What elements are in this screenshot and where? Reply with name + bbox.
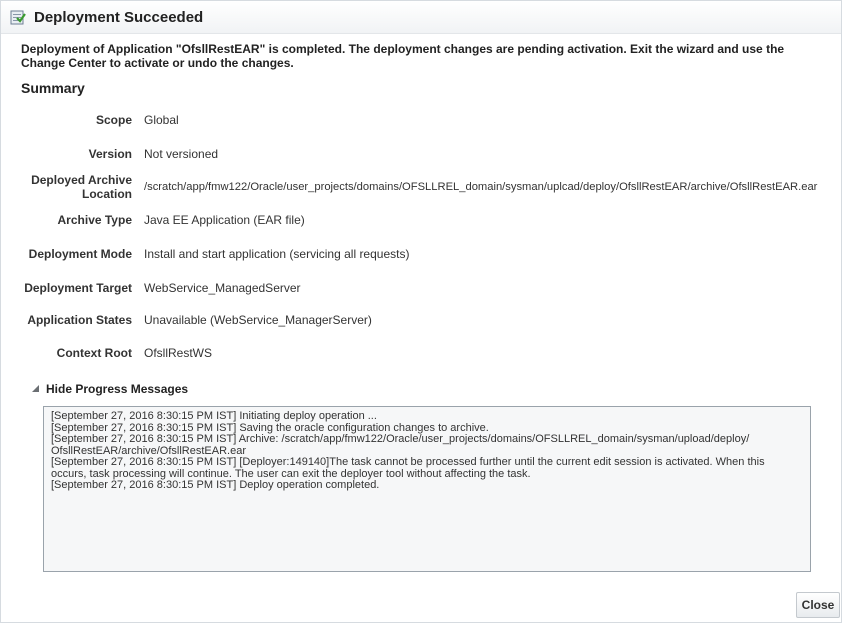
- deployment-mode-value: Install and start application (servicing…: [144, 247, 410, 261]
- progress-message: [September 27, 2016 8:30:15 PM IST] Init…: [51, 410, 377, 422]
- summary-row-context-root: Context Root OfsllRestWS: [1, 346, 212, 360]
- progress-messages-box[interactable]: [September 27, 2016 8:30:15 PM IST] Init…: [43, 406, 811, 572]
- summary-row-deployment-mode: Deployment Mode Install and start applic…: [1, 247, 410, 261]
- summary-row-archive-location: Deployed Archive Location /scratch/app/f…: [1, 173, 817, 201]
- version-label: Version: [88, 147, 132, 161]
- deployment-target-value: WebService_ManagedServer: [144, 281, 301, 295]
- deployment-target-label: Deployment Target: [24, 281, 132, 295]
- deployment-dialog: Deployment Succeeded Deployment of Appli…: [0, 0, 842, 623]
- deployment-mode-label: Deployment Mode: [28, 247, 132, 261]
- archive-location-value: /scratch/app/fmw122/Oracle/user_projects…: [144, 181, 818, 193]
- triangle-expanded-icon[interactable]: [31, 380, 40, 398]
- archive-location-label: Deployed Archive Location: [31, 173, 132, 201]
- hide-progress-toggle[interactable]: Hide Progress Messages: [31, 380, 188, 398]
- summary-row-archive-type: Archive Type Java EE Application (EAR fi…: [1, 213, 305, 227]
- summary-row-version: Version Not versioned: [1, 147, 218, 161]
- dialog-titlebar: Deployment Succeeded: [1, 1, 841, 34]
- progress-message: [September 27, 2016 8:30:15 PM IST] Arch…: [51, 433, 753, 457]
- version-value: Not versioned: [144, 147, 219, 161]
- summary-heading: Summary: [21, 80, 85, 96]
- application-states-label: Application States: [27, 313, 132, 327]
- summary-row-scope: Scope Global: [1, 113, 179, 127]
- deployment-success-icon: [10, 9, 26, 25]
- progress-message: [September 27, 2016 8:30:15 PM IST] Depl…: [51, 479, 380, 491]
- summary-row-deployment-target: Deployment Target WebService_ManagedServ…: [1, 281, 301, 295]
- archive-type-label: Archive Type: [57, 213, 132, 227]
- close-button[interactable]: Close: [796, 592, 840, 618]
- context-root-label: Context Root: [56, 346, 132, 360]
- application-states-value: Unavailable (WebService_ManagerServer): [144, 313, 372, 327]
- scope-label: Scope: [95, 113, 132, 127]
- hide-progress-label[interactable]: Hide Progress Messages: [46, 382, 188, 396]
- summary-row-application-states: Application States Unavailable (WebServi…: [1, 313, 372, 327]
- completion-message: Deployment of Application "OfsllRestEAR"…: [21, 42, 785, 70]
- scope-value: Global: [144, 113, 179, 127]
- dialog-title: Deployment Succeeded: [34, 8, 204, 26]
- progress-message: [September 27, 2016 8:30:15 PM IST] [Dep…: [51, 456, 768, 480]
- context-root-value: OfsllRestWS: [144, 346, 213, 360]
- archive-type-value: Java EE Application (EAR file): [144, 213, 305, 227]
